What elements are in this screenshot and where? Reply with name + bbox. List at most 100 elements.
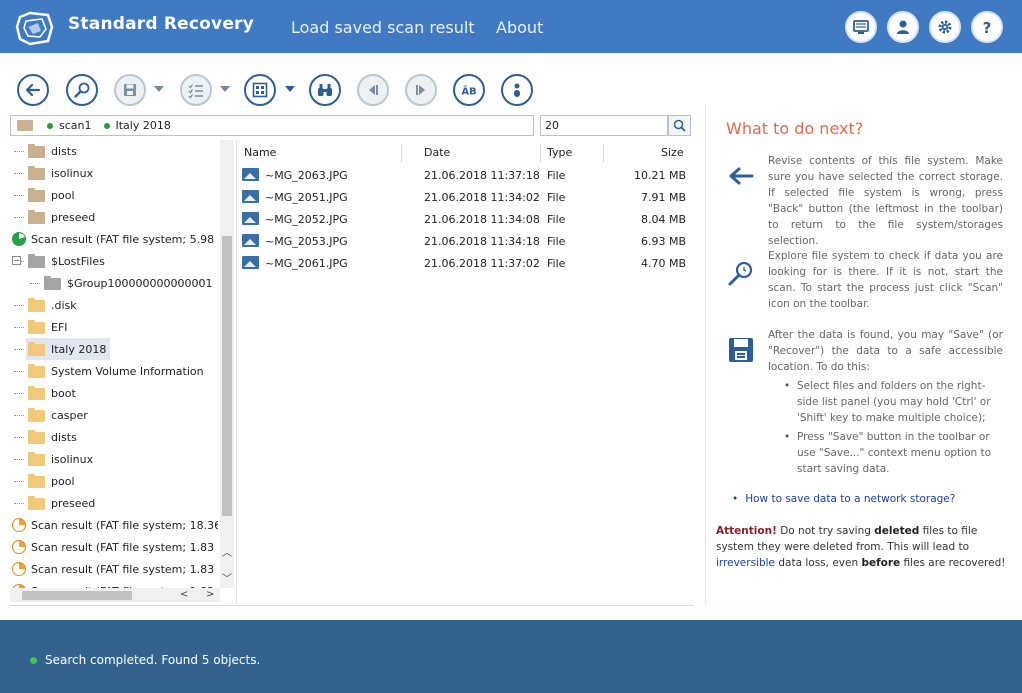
save-dropdown[interactable] [154, 86, 164, 92]
app-header: Standard Recovery Load saved scan result… [0, 0, 1022, 53]
attention-label: Attention! [716, 525, 777, 537]
tree-item[interactable]: isolinux [10, 448, 218, 470]
tree-item-content: .disk [26, 294, 81, 316]
collapse-toggle-icon[interactable]: − [12, 256, 21, 265]
info-button[interactable] [501, 74, 533, 106]
file-row[interactable]: ~MG_2061.JPG 21.06.2018 11:37:02 File 4.70 … [237, 252, 695, 274]
tree-item[interactable]: − $LostFiles [10, 250, 218, 272]
tree-item[interactable]: EFI [10, 316, 218, 338]
file-row[interactable]: ~MG_2053.JPG 21.06.2018 11:34:18 File 6.93 … [237, 230, 695, 252]
filter-input[interactable] [540, 115, 668, 136]
tree-item[interactable]: pool [10, 470, 218, 492]
file-date: 21.06.2018 11:37:02 [424, 257, 540, 270]
tree-item[interactable]: casper [10, 404, 218, 426]
load-saved-scan-link[interactable]: Load saved scan result [291, 18, 475, 37]
help-button[interactable]: ? [971, 11, 1003, 43]
screen-button[interactable] [845, 11, 877, 43]
find-button[interactable] [309, 74, 341, 106]
back-icon [25, 83, 41, 97]
tree-item[interactable]: preseed [10, 492, 218, 514]
tree-connector [14, 217, 24, 218]
help-bullet: Press "Save" button in the toolbar or us… [784, 429, 1006, 477]
next-button[interactable] [405, 74, 437, 106]
scroll-right-arrow-icon[interactable]: > [206, 589, 214, 600]
user-icon [897, 20, 909, 34]
column-header-name[interactable]: Name [244, 146, 276, 159]
checklist-dropdown[interactable] [220, 86, 230, 92]
folder-tree[interactable]: dists isolinux pool preseed Scan result (FAT… [10, 140, 234, 604]
folder-icon [44, 276, 61, 290]
tree-item[interactable]: Scan result (FAT file system; 1.83 GB in [10, 558, 218, 580]
file-date: 21.06.2018 11:34:08 [424, 213, 540, 226]
breadcrumb-item[interactable]: scan1 [59, 119, 92, 132]
tree-item[interactable]: System Volume Information [10, 360, 218, 382]
settings-button[interactable] [929, 11, 961, 43]
column-separator[interactable] [603, 144, 604, 162]
attention-text: data loss, even [775, 557, 862, 569]
magnifier-icon [728, 261, 753, 286]
tree-item[interactable]: Scan result (FAT file system; 5.98 GB in [10, 228, 218, 250]
scan-progress-icon [12, 232, 26, 246]
account-button[interactable] [887, 11, 919, 43]
tree-item[interactable]: preseed [10, 206, 218, 228]
tree-item[interactable]: pool [10, 184, 218, 206]
tree-item[interactable]: dists [10, 140, 218, 162]
file-row[interactable]: ~MG_2063.JPG 21.06.2018 11:37:18 File 10.21… [237, 164, 695, 186]
path-breadcrumb[interactable]: scan1 Italy 2018 [10, 115, 534, 136]
view-mode-dropdown[interactable] [285, 86, 295, 92]
scrollbar-thumb[interactable] [22, 591, 132, 600]
folder-tree-content: dists isolinux pool preseed Scan result (FAT… [10, 140, 218, 588]
column-separator[interactable] [540, 144, 541, 162]
checklist-button[interactable] [180, 74, 212, 106]
tree-item[interactable]: Scan result (FAT file system; 1.83 GB in [10, 536, 218, 558]
text-encoding-button[interactable]: ÄB [453, 74, 485, 106]
file-size: 6.93 MB [640, 235, 686, 248]
scan-progress-icon [12, 540, 26, 554]
tree-item-label: $Group100000000000001 [67, 276, 213, 290]
tree-item-content: EFI [26, 316, 72, 338]
scroll-down-arrow-icon[interactable]: ﹀ [222, 570, 232, 585]
tree-item[interactable]: $Group100000000000001 [10, 272, 218, 294]
tree-item-label: dists [51, 430, 77, 444]
back-button[interactable] [17, 74, 49, 106]
tree-item[interactable]: Scan result (FAT file system; 18.36 GB [10, 514, 218, 536]
folder-icon [28, 188, 45, 202]
file-date: 21.06.2018 11:37:18 [424, 169, 540, 182]
status-ok-icon [30, 657, 37, 664]
network-storage-help-link[interactable]: How to save data to a network storage? [732, 493, 955, 505]
view-mode-button[interactable] [244, 74, 276, 106]
scrollbar-thumb[interactable] [222, 236, 232, 516]
column-header-date[interactable]: Date [424, 146, 450, 159]
tree-item[interactable]: .disk [10, 294, 218, 316]
previous-button[interactable] [357, 74, 389, 106]
tree-vertical-scrollbar[interactable]: ︿ ﹀ [220, 140, 234, 588]
save-button[interactable] [114, 74, 146, 106]
tree-item[interactable]: Scan result (FAT file system; 1.83 GB in [10, 580, 218, 588]
save-disk-icon [729, 338, 753, 362]
scroll-up-arrow-icon[interactable]: ︿ [222, 544, 232, 559]
tree-item-label: Italy 2018 [51, 342, 107, 356]
explore-button[interactable] [66, 74, 98, 106]
column-header-size[interactable]: Size [661, 146, 684, 159]
tree-horizontal-scrollbar[interactable]: < > [10, 588, 220, 602]
tree-item-content: preseed [26, 206, 99, 228]
checklist-icon [188, 84, 203, 99]
file-row[interactable]: ~MG_2051.JPG 21.06.2018 11:34:02 File 7.91 … [237, 186, 695, 208]
tree-item[interactable]: dists [10, 426, 218, 448]
app-logo-icon [15, 11, 54, 46]
about-link[interactable]: About [496, 18, 543, 37]
breadcrumb-item[interactable]: Italy 2018 [116, 119, 171, 132]
tree-connector [14, 371, 24, 372]
column-separator[interactable] [401, 144, 402, 162]
view-grid-icon [252, 82, 268, 98]
irreversible-link[interactable]: irreversible [716, 557, 775, 569]
file-row[interactable]: ~MG_2052.JPG 21.06.2018 11:34:08 File 8.04 … [237, 208, 695, 230]
tree-item[interactable]: Italy 2018 [10, 338, 218, 360]
tree-item[interactable]: isolinux [10, 162, 218, 184]
svg-text:?: ? [983, 19, 992, 36]
scan-progress-icon [12, 562, 26, 576]
column-header-type[interactable]: Type [547, 146, 572, 159]
scroll-left-arrow-icon[interactable]: < [180, 589, 188, 600]
tree-item[interactable]: boot [10, 382, 218, 404]
filter-search-button[interactable] [668, 115, 691, 136]
